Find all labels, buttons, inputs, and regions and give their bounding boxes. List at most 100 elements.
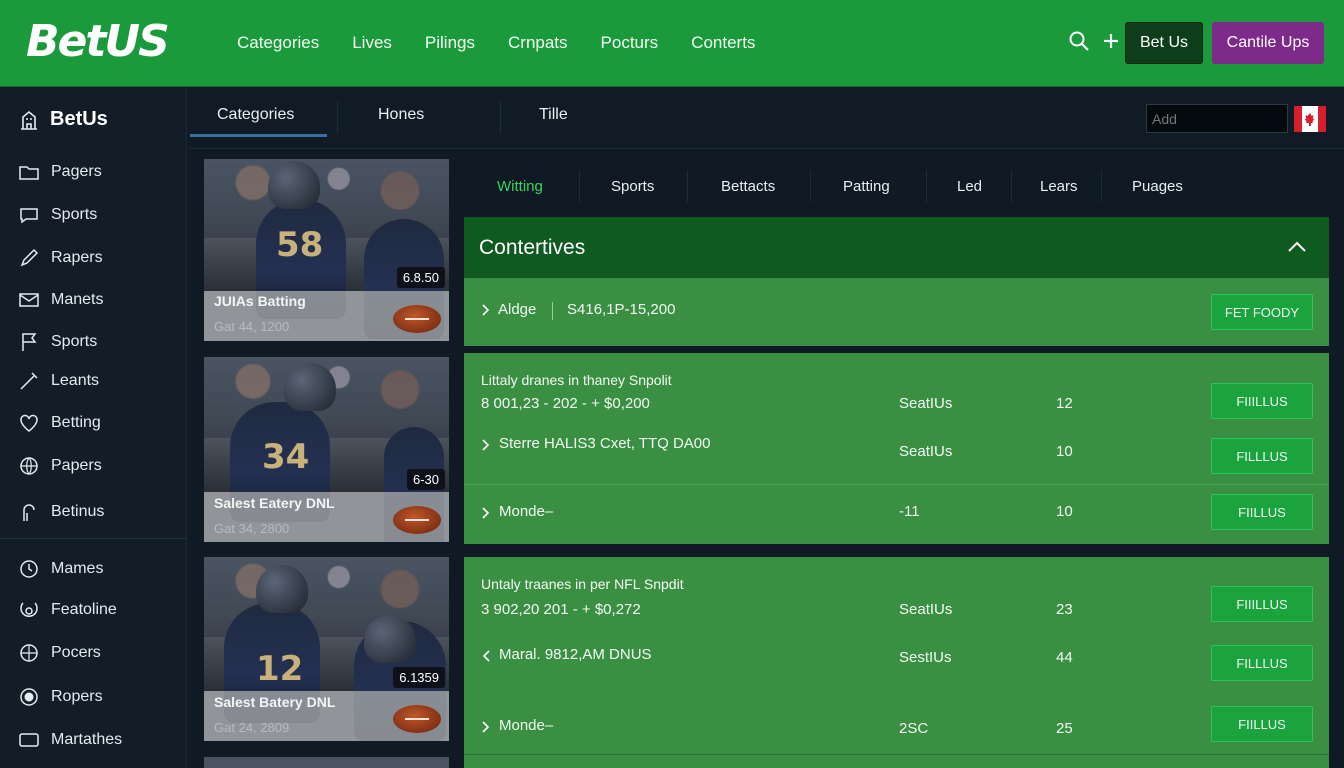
row-divider bbox=[552, 302, 553, 320]
filter-tab-patting[interactable]: Patting bbox=[843, 178, 890, 195]
event-card[interactable]: 12 6.1359 Salest Batery DNL Gat 24, 2809 bbox=[204, 557, 449, 741]
card-caption: JUIAs Batting Gat 44, 1200 bbox=[204, 291, 449, 341]
sidebar-item-featoline[interactable]: Featoline bbox=[18, 599, 117, 621]
group-heading: Untaly traanes in per NFL Snpdit bbox=[481, 576, 684, 592]
fet-foody-button[interactable]: FET FOODY bbox=[1211, 294, 1313, 330]
fillus-button[interactable]: FIILLUS bbox=[1211, 494, 1313, 530]
sidebar-item-betinus[interactable]: Betinus bbox=[18, 501, 104, 523]
jersey-number: 34 bbox=[262, 437, 310, 477]
filter-divider bbox=[1101, 170, 1102, 202]
cantile-ups-button[interactable]: Cantile Ups bbox=[1212, 22, 1324, 64]
sidebar-item-label: Mames bbox=[51, 560, 104, 577]
card-subtitle: Gat 24, 2809 bbox=[214, 720, 290, 735]
row-number: 10 bbox=[1056, 503, 1073, 520]
row-number: 25 bbox=[1056, 720, 1073, 737]
nav-item-crnpats[interactable]: Crnpats bbox=[508, 33, 568, 53]
card-caption: Salest Eatery DNL Gat 34, 2800 bbox=[204, 492, 449, 542]
sidebar-item-leants[interactable]: Leants bbox=[18, 370, 99, 392]
filter-divider bbox=[926, 170, 927, 202]
chevron-right-icon[interactable] bbox=[482, 506, 490, 524]
filter-tab-witting[interactable]: Witting bbox=[497, 178, 543, 195]
chevron-right-icon[interactable] bbox=[482, 438, 490, 456]
card-subtitle: Gat 44, 1200 bbox=[214, 319, 290, 334]
add-input[interactable] bbox=[1146, 104, 1288, 133]
sidebar-item-pocers[interactable]: Pocers bbox=[18, 642, 101, 664]
row-number: 44 bbox=[1056, 649, 1073, 666]
sidebar-item-mames[interactable]: Mames bbox=[18, 558, 103, 580]
nav-item-categories[interactable]: Categories bbox=[237, 33, 319, 53]
canada-flag-icon[interactable] bbox=[1294, 106, 1326, 132]
filter-tab-lears[interactable]: Lears bbox=[1040, 178, 1078, 195]
nav-item-pilings[interactable]: Pilings bbox=[425, 33, 475, 53]
sidebar-item-manets[interactable]: Manets bbox=[18, 289, 103, 311]
group-subheading: 3 902,20 201 - + $0,272 bbox=[481, 601, 641, 618]
nav-item-lives[interactable]: Lives bbox=[352, 33, 392, 53]
sidebar-item-sports[interactable]: Sports bbox=[18, 204, 97, 226]
market-value: S416,1P-15,200 bbox=[567, 301, 676, 318]
clock-icon bbox=[20, 560, 38, 578]
tab-hones[interactable]: Hones bbox=[378, 106, 424, 124]
nav-item-conterts[interactable]: Conterts bbox=[691, 33, 755, 53]
sidebar-item-label: Papers bbox=[51, 457, 102, 474]
fillus-button[interactable]: FIIILLUS bbox=[1211, 586, 1313, 622]
search-icon[interactable] bbox=[1068, 30, 1090, 52]
filter-tab-puages[interactable]: Puages bbox=[1132, 178, 1183, 195]
row-number: 12 bbox=[1056, 395, 1073, 412]
market-name: Monde– bbox=[499, 503, 554, 520]
football-icon bbox=[393, 305, 441, 333]
odds-badge: 6.8.50 bbox=[396, 267, 445, 288]
wand-icon bbox=[20, 372, 38, 390]
fillus-button[interactable]: FILLLUS bbox=[1211, 438, 1313, 474]
header-icons bbox=[1068, 30, 1120, 52]
top-bar: BetUS Categories Lives Pilings Crnpats P… bbox=[0, 0, 1344, 87]
filter-tab-led[interactable]: Led bbox=[957, 178, 982, 195]
football-icon bbox=[393, 705, 441, 733]
filter-tab-bettacts[interactable]: Bettacts bbox=[721, 178, 775, 195]
active-tab-indicator bbox=[190, 134, 327, 137]
team-label: SeatIUs bbox=[899, 443, 953, 460]
sidebar-item-ropers[interactable]: Ropers bbox=[18, 686, 103, 708]
fillus-button[interactable]: FIIILLUS bbox=[1211, 383, 1313, 419]
sidebar-item-pagers[interactable]: Pagers bbox=[18, 161, 102, 183]
panel-title: Contertives bbox=[479, 236, 586, 259]
sidebar-item-label: Sports bbox=[51, 206, 98, 223]
flag-icon bbox=[22, 333, 37, 351]
sidebar-item-label: Pagers bbox=[51, 163, 102, 180]
tab-tille[interactable]: Tille bbox=[539, 106, 568, 124]
sidebar-item-label: Rapers bbox=[51, 249, 103, 266]
plus-icon[interactable] bbox=[1102, 32, 1120, 50]
sidebar-item-rapers[interactable]: Rapers bbox=[18, 247, 103, 269]
sidebar-item-martathes[interactable]: Martathes bbox=[18, 729, 122, 751]
sidebar-item-betting[interactable]: Betting bbox=[18, 412, 101, 434]
sidebar-item-label: Ropers bbox=[51, 688, 103, 705]
market-name: Monde– bbox=[499, 717, 554, 734]
filter-divider bbox=[579, 170, 580, 202]
nav-item-pocturs[interactable]: Pocturs bbox=[601, 33, 659, 53]
sidebar-item-papers[interactable]: Papers bbox=[18, 455, 102, 477]
sidebar-item-label: Martathes bbox=[51, 731, 123, 748]
tab-categories[interactable]: Categories bbox=[217, 106, 294, 124]
envelope-icon bbox=[19, 293, 39, 307]
filter-divider bbox=[687, 170, 688, 202]
sidebar-item-label: Sports bbox=[51, 333, 98, 350]
sidebar-item-sports-2[interactable]: Sports bbox=[18, 331, 97, 353]
group-subheading: 8 001,23 - 202 - + $0,200 bbox=[481, 395, 650, 412]
sidebar-brand[interactable]: BetUs bbox=[18, 108, 108, 131]
filter-tab-sports[interactable]: Sports bbox=[611, 178, 654, 195]
card-caption: Salest Batery DNL Gat 24, 2809 bbox=[204, 691, 449, 741]
bet-us-button[interactable]: Bet Us bbox=[1125, 22, 1203, 64]
chevron-left-icon[interactable] bbox=[482, 649, 490, 667]
card-title: JUIAs Batting bbox=[214, 293, 306, 309]
card-title: Salest Eatery DNL bbox=[214, 495, 335, 511]
panel-header[interactable]: Contertives bbox=[464, 217, 1329, 278]
chevron-right-icon[interactable] bbox=[482, 720, 490, 738]
folder-icon bbox=[19, 166, 39, 180]
fillus-button[interactable]: FILLLUS bbox=[1211, 645, 1313, 681]
event-card[interactable]: 34 6-30 Salest Eatery DNL Gat 34, 2800 bbox=[204, 357, 449, 542]
chevron-up-icon[interactable] bbox=[1287, 239, 1307, 258]
chevron-right-icon[interactable] bbox=[482, 303, 490, 321]
fillus-button[interactable]: FIILLUS bbox=[1211, 706, 1313, 742]
brand-logo[interactable]: BetUS bbox=[26, 16, 170, 67]
target-icon bbox=[20, 602, 38, 618]
event-card[interactable]: 58 6.8.50 JUIAs Batting Gat 44, 1200 bbox=[204, 159, 449, 341]
